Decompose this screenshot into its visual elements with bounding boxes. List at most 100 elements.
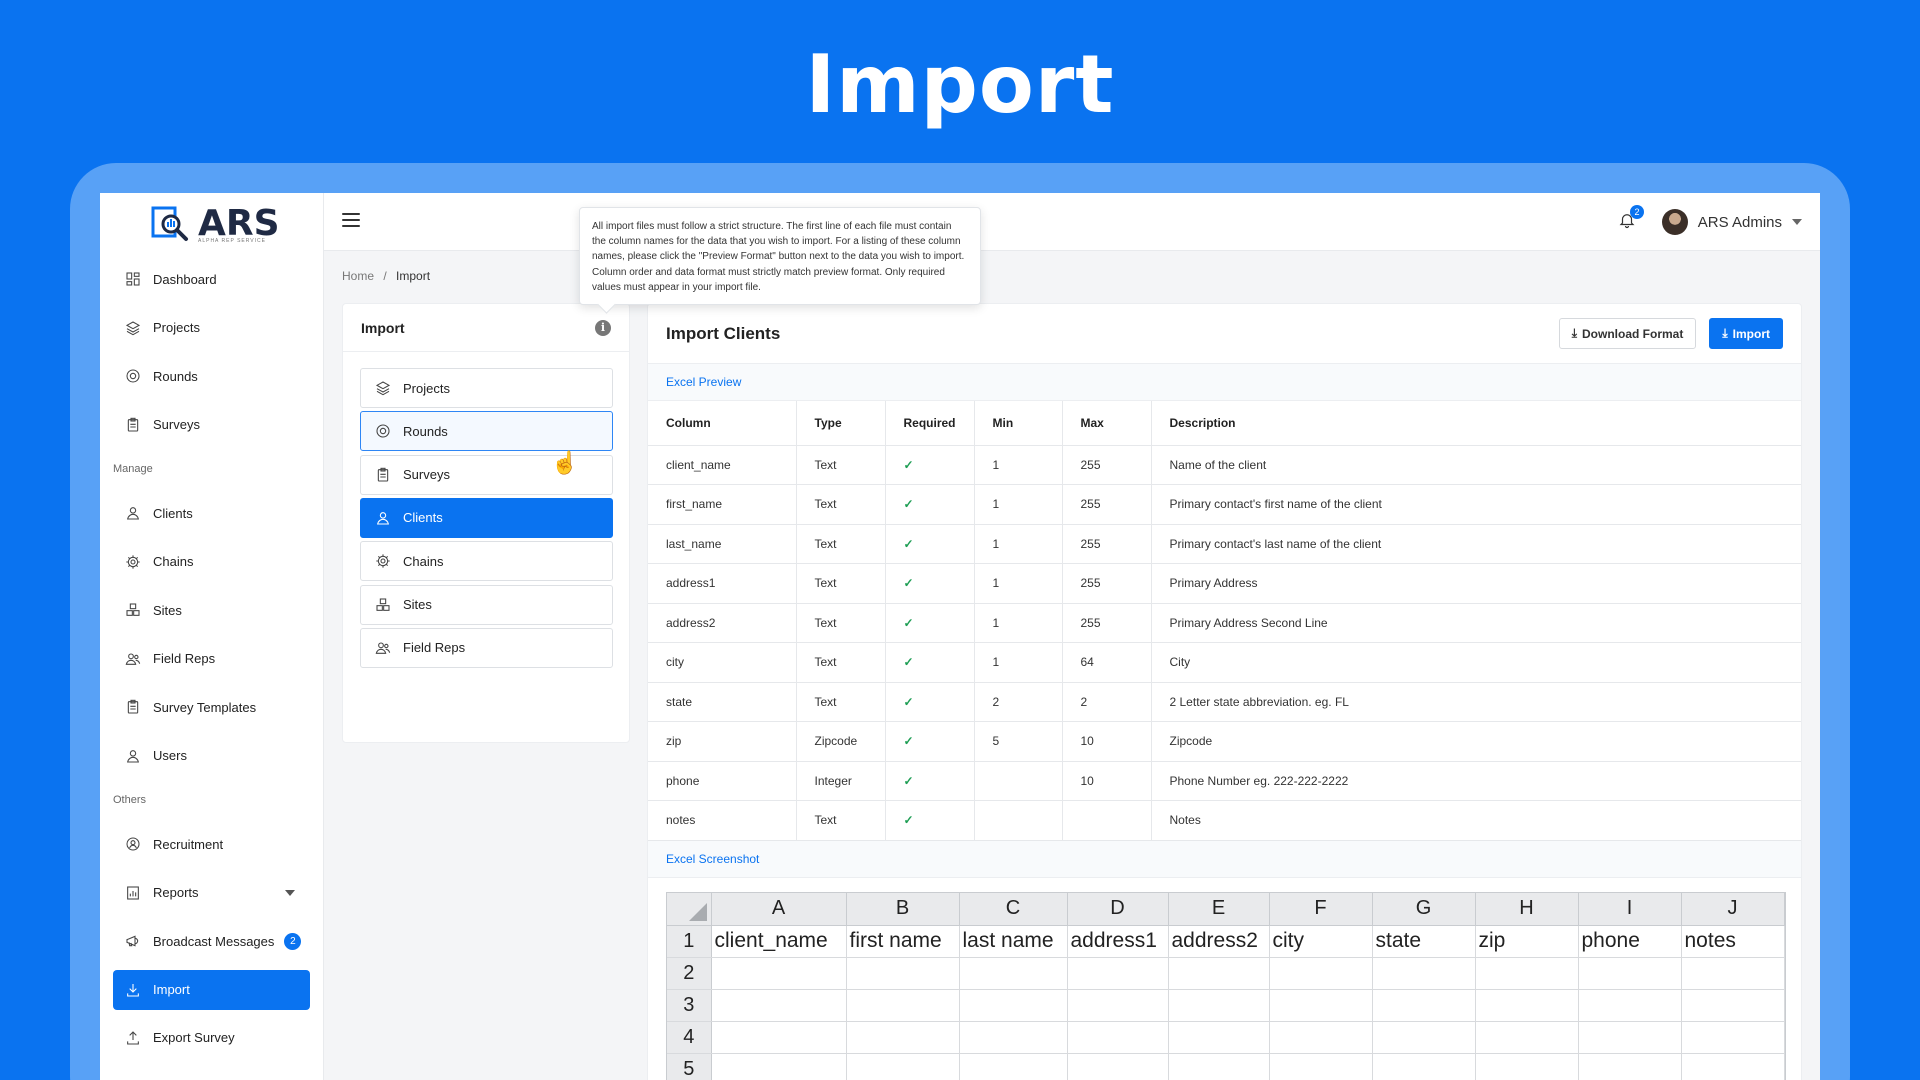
import-option-label: Surveys [403,467,450,483]
import-option-field-reps[interactable]: Field Reps [360,627,613,668]
column-header-required: Required [885,401,975,446]
excel-cell: last name [959,925,1068,958]
table-cell: first_name [648,484,797,525]
cubes-icon-wrap [375,597,391,613]
table-cell: address2 [648,603,797,643]
sidebar-item-projects[interactable]: Projects [100,304,323,353]
megaphone-icon [126,935,139,947]
clipboard-icon [377,467,389,482]
sidebar-item-label: Projects [153,320,200,336]
sidebar-item-label: Dashboard [153,271,217,287]
layers-icon-wrap [375,380,391,396]
dashboard-icon-wrap [125,271,141,287]
format-preview-table: Column Type Required Min Max Description clie… [648,401,1801,841]
notifications-button[interactable]: 2 [1618,205,1644,231]
logo[interactable]: ARS ALPHA REP SERVICE [150,201,280,247]
sidebar-item-clients[interactable]: Clients [100,489,323,538]
import-option-label: Field Reps [403,640,466,656]
sidebar-item-label: Clients [153,505,193,521]
table-cell: 1 [974,524,1063,564]
gear-icon [376,554,390,568]
table-cell: Name of the client [1151,445,1801,485]
excel-cell [1578,1021,1682,1054]
recruit-icon-wrap [125,836,141,852]
clipboard-icon [127,700,139,714]
sidebar-item-survey-templates[interactable]: Survey Templates [100,683,323,732]
logo-subtitle: ALPHA REP SERVICE [198,238,266,244]
excel-row-header: 4 [667,1021,712,1054]
excel-cell [1475,957,1579,990]
excel-cell [711,957,847,990]
table-cell: Text [796,603,886,643]
table-cell: 5 [974,721,1063,762]
excel-cell: client_name [711,925,847,958]
download-icon: ⤓ [1722,326,1728,340]
sidebar-item-label: Sites [153,602,182,618]
sidebar-item-chains[interactable]: Chains [100,538,323,587]
avatar [1661,209,1688,235]
table-cell: 255 [1062,603,1152,643]
import-panel-header: Import i [343,304,629,352]
excel-cell: first name [846,925,960,958]
excel-cell [1681,1021,1785,1054]
excel-cell [1578,989,1682,1022]
table-row: zip Zipcode ✓ 5 10 Zipcode [648,721,1801,762]
recruit-icon [126,837,140,851]
sidebar-item-recruitment[interactable]: Recruitment [100,820,323,869]
import-option-chains[interactable]: Chains [360,541,613,582]
sidebar-item-rounds[interactable]: Rounds [100,352,323,401]
breadcrumb-home[interactable]: Home [342,269,374,283]
table-cell: 10 [1062,761,1152,801]
user-icon [127,749,139,763]
excel-cell [1067,989,1169,1022]
required-check-icon: ✓ [885,563,975,604]
excel-row: 4 [667,1021,1785,1054]
users-icon [125,653,141,665]
target-icon-wrap [125,368,141,384]
table-cell: Text [796,682,886,722]
sidebar-item-surveys[interactable]: Surveys [100,401,323,450]
table-row: phone Integer ✓ 10 Phone Number eg. 222-222-… [648,761,1801,801]
sidebar-item-label: Reports [153,885,199,901]
layers-icon [375,381,391,396]
table-cell [974,800,1063,841]
user-icon [127,507,139,520]
info-icon[interactable]: i [595,319,611,336]
import-option-clients[interactable]: Clients [360,497,613,538]
table-cell: Text [796,800,886,841]
sidebar-item-users[interactable]: Users [100,732,323,781]
import-button-label: Import [1732,326,1770,341]
sidebar-item-reports[interactable]: Reports [100,869,323,918]
clipboard-icon-wrap [375,467,391,483]
user-menu[interactable]: ARS Admins [1661,209,1802,235]
sidebar-item-dashboard[interactable]: Dashboard [100,255,323,304]
import-option-projects[interactable]: Projects [360,368,613,408]
excel-cell [1168,957,1270,990]
import-button[interactable]: ⤓ Import [1709,318,1783,349]
excel-cell [1067,957,1169,990]
download-format-button[interactable]: ⤓ Download Format [1558,318,1697,349]
table-cell: 1 [974,484,1063,525]
sidebar-item-sites[interactable]: Sites [100,586,323,635]
excel-cell: city [1269,925,1373,958]
sidebar: ARS ALPHA REP SERVICE Dashboard Projects R… [100,193,324,1080]
excel-corner [667,893,712,926]
sidebar-item-broadcast-messages[interactable]: Broadcast Messages 2 [100,917,323,966]
sidebar-item-label: Users [153,748,187,764]
import-option-rounds[interactable]: Rounds [360,411,613,452]
sidebar-item-import[interactable]: Import [113,969,310,1010]
menu-toggle-icon[interactable] [342,213,360,227]
sidebar-item-export-survey[interactable]: Export Survey [100,1014,323,1063]
logo-icon [151,206,188,241]
required-check-icon: ✓ [885,721,975,762]
excel-cell [1372,1021,1476,1054]
excel-screenshot-label: Excel Screenshot [648,840,1801,878]
excel-cell [1372,1053,1476,1080]
excel-cell [1269,1053,1373,1080]
excel-cell [1681,1053,1785,1080]
table-cell: 2 Letter state abbreviation. eg. FL [1151,682,1801,722]
import-option-sites[interactable]: Sites [360,584,613,625]
table-cell: 255 [1062,524,1152,564]
upload-icon [127,1030,139,1045]
sidebar-item-field-reps[interactable]: Field Reps [100,635,323,684]
